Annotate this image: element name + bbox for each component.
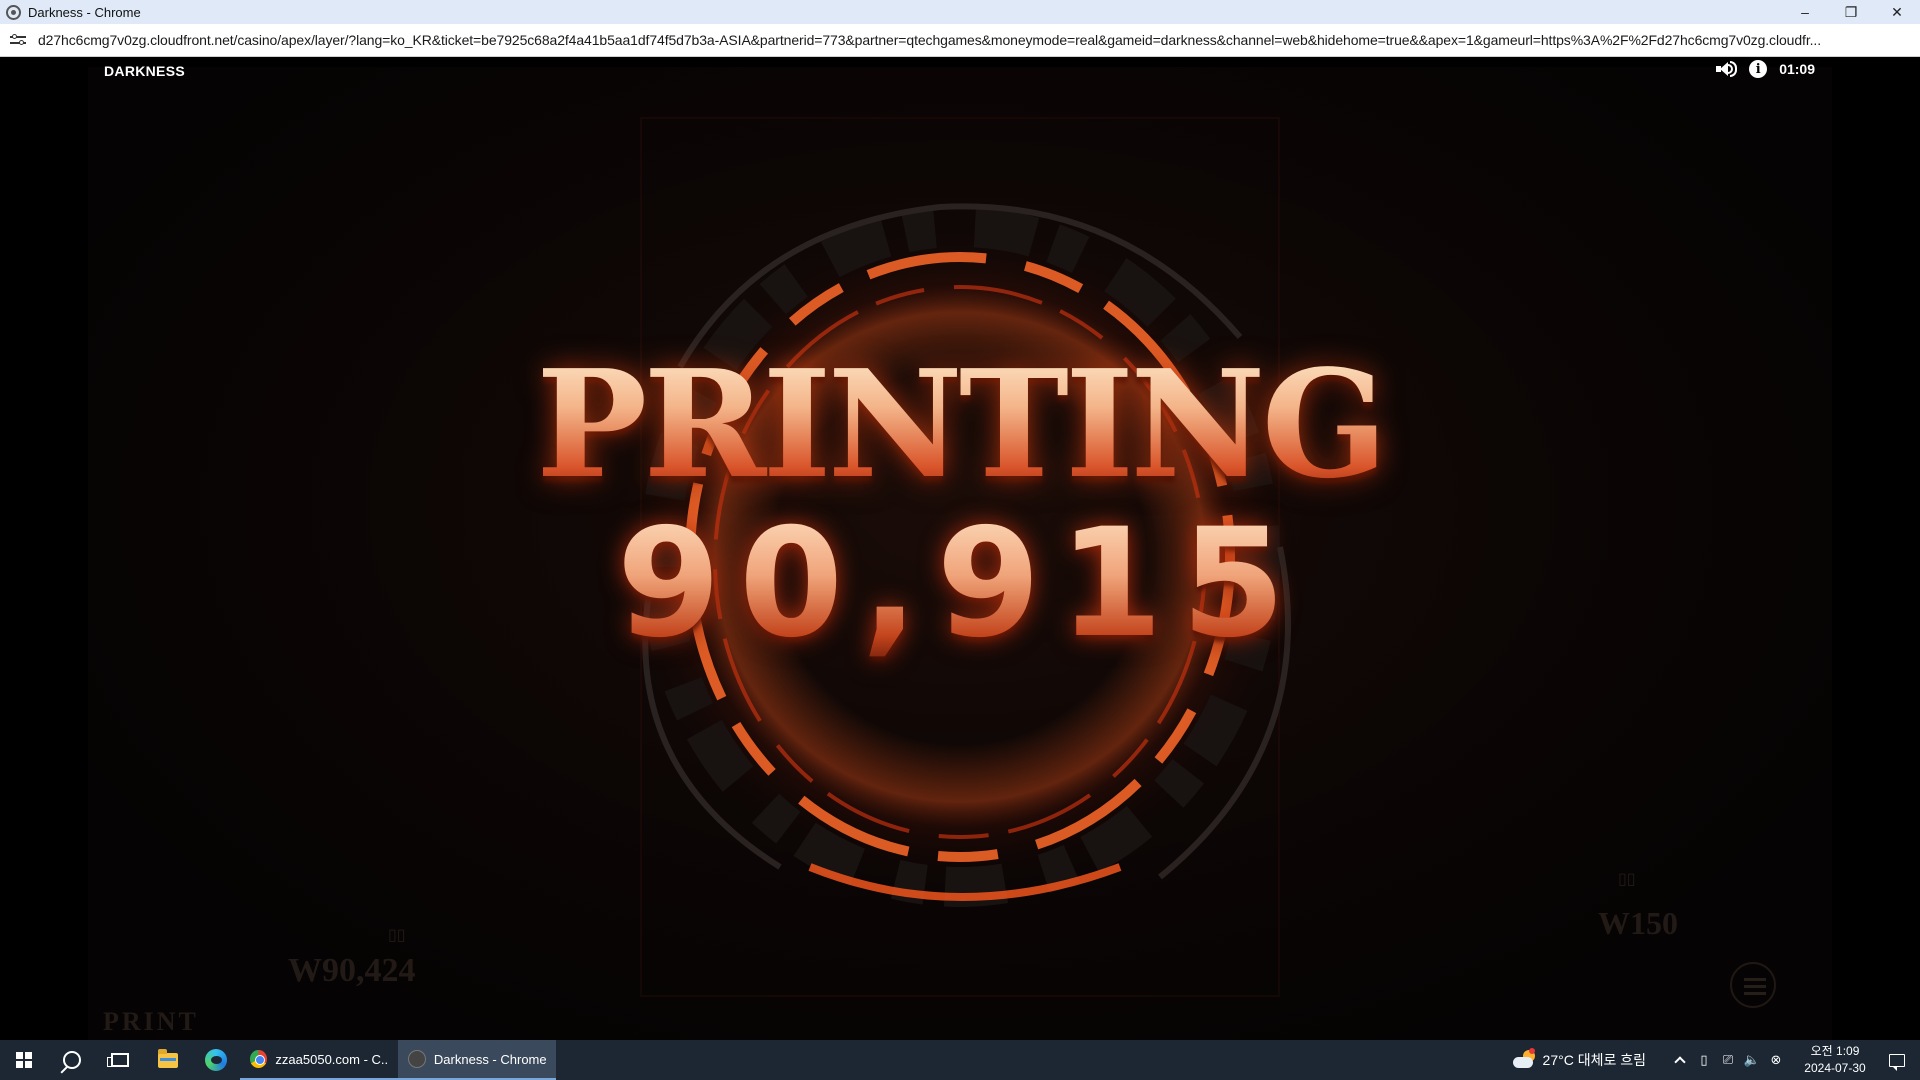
task-view-icon xyxy=(107,1053,129,1067)
site-settings-icon[interactable] xyxy=(10,33,28,47)
printing-banner: PRINTING xyxy=(460,337,1460,511)
file-explorer-button[interactable] xyxy=(144,1040,192,1080)
game-hud: i 01:09 xyxy=(1715,60,1815,78)
weather-cloud-icon xyxy=(1512,1048,1537,1070)
printing-amount: 90,915 xyxy=(560,497,1360,671)
start-button[interactable] xyxy=(0,1040,48,1080)
taskbar: zzaa5050.com - C... Darkness - Chrome 27… xyxy=(0,1040,1920,1080)
windows-logo-icon xyxy=(16,1052,32,1068)
faded-print-button: PRINT xyxy=(103,1007,199,1036)
taskbar-app-chrome-zzaa[interactable]: zzaa5050.com - C... xyxy=(240,1040,398,1080)
volume-icon[interactable]: 🔈 xyxy=(1740,1040,1764,1080)
faded-win-label: ▯▯ xyxy=(388,927,406,944)
chrome-icon xyxy=(250,1050,268,1068)
edge-button[interactable] xyxy=(192,1040,240,1080)
folder-icon xyxy=(158,1048,178,1068)
clock-time: 오전 1:09 xyxy=(1810,1044,1860,1058)
game-canvas[interactable]: ▯▯ W90,424 PRINT ▯▯ W150 PRINTING 90,915… xyxy=(0,57,1920,1040)
taskbar-app-label: zzaa5050.com - C... xyxy=(275,1051,388,1067)
notification-icon xyxy=(1889,1053,1905,1071)
game-clock: 01:09 xyxy=(1779,61,1815,77)
show-hidden-icons-button[interactable] xyxy=(1668,1040,1692,1080)
taskbar-app-darkness[interactable]: Darkness - Chrome xyxy=(398,1040,556,1080)
search-button[interactable] xyxy=(48,1040,96,1080)
taskbar-clock[interactable]: 오전 1:09 2024-07-30 xyxy=(1796,1043,1874,1077)
faded-bet-label: ▯▯ xyxy=(1618,871,1636,888)
window-title: Darkness - Chrome xyxy=(28,4,141,20)
network-icon[interactable]: ⎚ xyxy=(1716,1040,1740,1080)
faded-bet-amount: W150 xyxy=(1598,905,1678,941)
edge-icon xyxy=(205,1049,227,1071)
device-icon[interactable]: ▯ xyxy=(1692,1040,1716,1080)
address-bar: d27hc6cmg7v0zg.cloudfront.net/casino/ape… xyxy=(0,24,1920,57)
game-title: DARKNESS xyxy=(104,63,185,79)
faded-menu-icon xyxy=(1730,962,1776,1008)
darkness-icon xyxy=(408,1050,426,1068)
window-controls: – ❐ ✕ xyxy=(1782,0,1920,24)
weather-text: 27°C 대체로 흐림 xyxy=(1542,1052,1646,1068)
system-tray: 27°C 대체로 흐림 ▯ ⎚ 🔈 ⊗ 오전 1:09 2024-07-30 xyxy=(1512,1040,1920,1080)
url-field[interactable]: d27hc6cmg7v0zg.cloudfront.net/casino/ape… xyxy=(38,32,1918,48)
chrome-app-icon xyxy=(6,4,21,20)
speaker-icon[interactable] xyxy=(1715,60,1738,78)
weather-widget[interactable]: 27°C 대체로 흐림 xyxy=(1512,1048,1646,1070)
chevron-up-icon xyxy=(1674,1056,1686,1068)
status-x-icon[interactable]: ⊗ xyxy=(1764,1040,1788,1080)
window-titlebar: Darkness - Chrome – ❐ ✕ xyxy=(0,0,1920,24)
info-icon[interactable]: i xyxy=(1749,60,1768,78)
game-header: DARKNESS i 01:09 xyxy=(0,57,1920,87)
task-view-button[interactable] xyxy=(96,1040,144,1080)
minimize-button[interactable]: – xyxy=(1782,0,1828,24)
clock-date: 2024-07-30 xyxy=(1804,1061,1866,1075)
restore-button[interactable]: ❐ xyxy=(1828,0,1874,24)
search-icon xyxy=(63,1051,81,1069)
taskbar-app-label: Darkness - Chrome xyxy=(433,1051,546,1067)
close-button[interactable]: ✕ xyxy=(1874,0,1920,24)
faded-balance-amount: W90,424 xyxy=(288,952,416,989)
notification-button[interactable] xyxy=(1874,1040,1920,1080)
